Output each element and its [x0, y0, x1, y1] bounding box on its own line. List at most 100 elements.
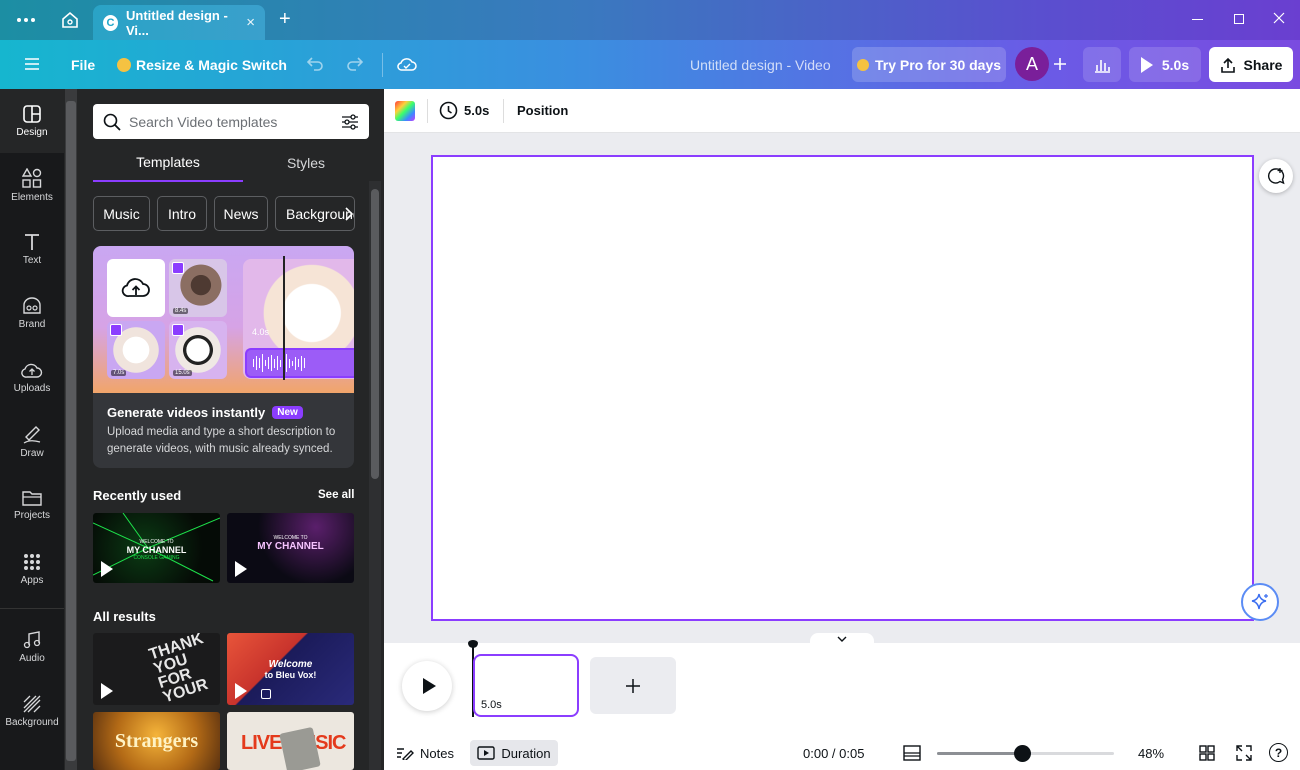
promo-title: Generate videos instantly — [107, 405, 266, 420]
insights-button[interactable] — [1083, 47, 1121, 82]
panel-scrollbar[interactable] — [369, 181, 381, 770]
rail-item-projects[interactable]: Projects — [0, 473, 64, 537]
hamburger-menu-icon[interactable] — [25, 58, 39, 70]
cloud-upload-icon — [21, 363, 43, 378]
rail-label: Brand — [18, 318, 46, 330]
rail-scrollbar-thumb[interactable] — [66, 101, 76, 761]
undo-icon[interactable] — [306, 56, 324, 72]
design-icon — [23, 104, 41, 123]
see-all-link[interactable]: See all — [318, 489, 354, 501]
chip-music[interactable]: Music — [93, 196, 150, 231]
home-icon[interactable] — [61, 11, 79, 29]
redo-icon[interactable] — [346, 56, 364, 72]
tab-templates[interactable]: Templates — [93, 144, 243, 182]
template-line: MY CHANNEL — [126, 545, 187, 555]
add-collaborator-icon[interactable] — [1053, 57, 1067, 71]
panel-scrollbar-thumb[interactable] — [371, 189, 379, 479]
tab-styles[interactable]: Styles — [243, 144, 369, 182]
design-page[interactable] — [431, 155, 1254, 621]
puppy-photo: 7.0s — [107, 321, 165, 379]
chip-news[interactable]: News — [214, 196, 268, 231]
rail-item-design[interactable]: Design — [0, 89, 64, 153]
timeline-play-button[interactable] — [402, 661, 452, 711]
result-template-3[interactable]: Strangers — [93, 712, 220, 770]
position-button[interactable]: Position — [517, 103, 568, 118]
rail-label: Uploads — [13, 382, 51, 394]
side-navigation-rail: Design Elements Text Brand Uploads Draw … — [0, 89, 64, 770]
fullscreen-icon[interactable] — [1236, 745, 1252, 761]
close-window-icon[interactable] — [1273, 12, 1285, 24]
rail-label: Text — [22, 254, 42, 266]
result-template-4[interactable]: LIVE MUSIC — [227, 712, 354, 770]
rail-item-elements[interactable]: Elements — [0, 153, 64, 217]
crown-icon — [117, 57, 131, 72]
browser-tab[interactable]: C Untitled design - Vi... × — [93, 5, 265, 40]
playhead-line — [283, 256, 285, 380]
result-template-1[interactable]: THANK YOU FOR YOUR — [93, 633, 220, 705]
resize-magic-switch-button[interactable]: Resize & Magic Switch — [117, 40, 287, 89]
zoom-slider[interactable] — [937, 745, 1114, 762]
folder-icon — [22, 490, 42, 506]
audio-waveform — [245, 348, 354, 378]
share-button[interactable]: Share — [1209, 47, 1293, 82]
templates-panel: Search Video templates Templates Styles … — [64, 89, 384, 770]
time-readout: 0:00 / 0:05 — [803, 746, 865, 761]
minimize-window-icon[interactable] — [1192, 19, 1203, 20]
generate-videos-card[interactable]: 8.4s 7.0s 15.0s 4.0s Generate videos ins… — [93, 246, 354, 468]
cloud-saved-icon[interactable] — [397, 56, 417, 72]
resize-label: Resize & Magic Switch — [136, 56, 287, 73]
chip-intro[interactable]: Intro — [157, 196, 207, 231]
rail-item-background[interactable]: Background — [0, 679, 64, 743]
play-icon — [235, 561, 247, 577]
rail-item-brand[interactable]: Brand — [0, 281, 64, 345]
duration-button[interactable]: Duration — [470, 740, 558, 766]
zoom-slider-knob[interactable] — [1013, 745, 1031, 762]
template-search-input[interactable]: Search Video templates — [93, 104, 369, 139]
play-preview-button[interactable]: 5.0s — [1129, 47, 1201, 82]
timeline-panel: 5.0s Notes Duration 0:00 / 0:05 48% ? — [384, 640, 1300, 770]
timeline-clip[interactable]: 5.0s — [473, 654, 579, 717]
page-layout-icon[interactable] — [903, 745, 921, 761]
chips-scroll-right-icon[interactable] — [344, 207, 354, 221]
help-icon[interactable]: ? — [1269, 743, 1288, 762]
rail-item-audio[interactable]: Audio — [0, 615, 64, 679]
new-tab-icon[interactable]: + — [279, 8, 291, 31]
close-tab-icon[interactable]: × — [246, 14, 255, 31]
recent-template-2[interactable]: WELCOME TO MY CHANNEL — [227, 513, 354, 583]
music-note-icon — [23, 630, 41, 648]
clip-duration: 8.4s — [173, 308, 189, 314]
bar-chart-icon — [1095, 59, 1110, 73]
background-color-swatch[interactable] — [395, 101, 415, 121]
try-pro-button[interactable]: Try Pro for 30 days — [852, 47, 1006, 82]
recent-template-1[interactable]: WELCOME TO MY CHANNEL CONSOLE GAMING — [93, 513, 220, 583]
rail-item-text[interactable]: Text — [0, 217, 64, 281]
zoom-percent[interactable]: 48% — [1138, 746, 1164, 761]
add-comment-button[interactable] — [1259, 159, 1293, 193]
window-title-bar: C Untitled design - Vi... × + — [0, 0, 1300, 40]
video-timeline-icon — [477, 746, 496, 760]
cloud-upload-icon — [121, 278, 150, 297]
rail-label: Draw — [20, 447, 44, 459]
design-title[interactable]: Untitled design - Video — [690, 40, 831, 89]
more-menu-icon[interactable] — [17, 14, 35, 26]
notes-button[interactable]: Notes — [396, 740, 454, 766]
filter-sliders-icon[interactable] — [341, 113, 359, 130]
rail-item-uploads[interactable]: Uploads — [0, 345, 64, 409]
add-page-button[interactable] — [590, 657, 676, 714]
avatar[interactable]: A — [1015, 47, 1049, 81]
duration-control[interactable]: 5.0s — [439, 101, 489, 120]
rail-item-apps[interactable]: Apps — [0, 537, 64, 601]
context-divider — [427, 99, 428, 123]
rail-label: Apps — [20, 574, 44, 586]
context-duration: 5.0s — [464, 103, 490, 118]
rail-item-draw[interactable]: Draw — [0, 409, 64, 473]
context-divider — [503, 99, 504, 123]
restore-window-icon[interactable] — [1234, 14, 1244, 24]
background-pattern-icon — [23, 695, 41, 712]
result-template-2[interactable]: Welcome to Bleu Vox! — [227, 633, 354, 705]
grid-view-icon[interactable] — [1199, 745, 1215, 761]
magic-assistant-button[interactable] — [1241, 583, 1279, 621]
file-menu[interactable]: File — [71, 40, 95, 89]
rail-label: Design — [16, 126, 48, 138]
chip-background[interactable]: Background — [275, 196, 355, 231]
